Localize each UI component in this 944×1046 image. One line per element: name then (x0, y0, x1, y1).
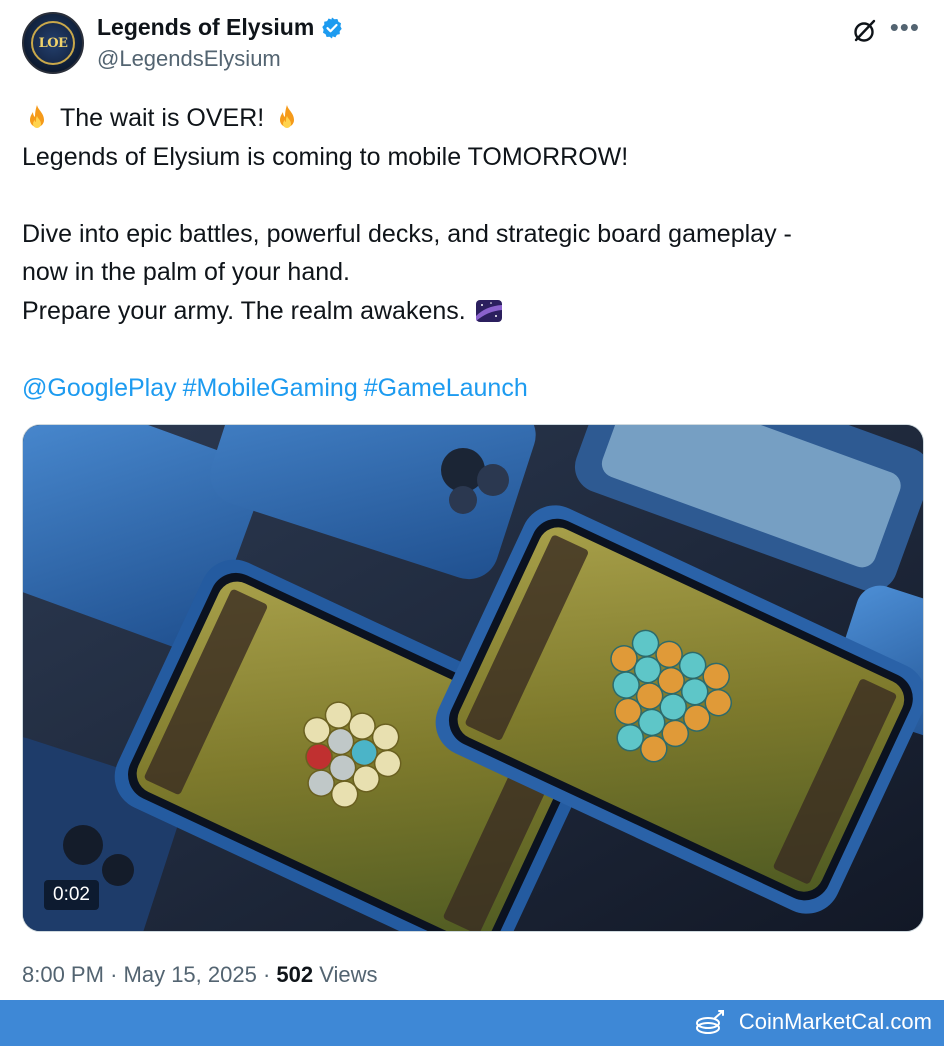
views-count: 502 (276, 962, 314, 987)
author-display-name[interactable]: Legends of Elysium (97, 14, 314, 41)
tweet-header: LOE Legends of Elysium @LegendsElysium •… (22, 12, 922, 76)
avatar[interactable]: LOE (22, 12, 84, 74)
fire-emoji (30, 105, 44, 129)
tweet-tags-line: @GooglePlay #MobileGaming #GameLaunch (22, 369, 922, 408)
meta-separator: · (110, 962, 118, 987)
tweet-line: The wait is OVER! (22, 99, 922, 138)
coinmarketcal-logo-icon (695, 1010, 724, 1034)
author-handle[interactable]: @LegendsElysium (97, 46, 281, 72)
tweet-line-5: Prepare your army. The realm awakens. (22, 296, 466, 325)
milky-way-emoji (475, 300, 502, 323)
mention-googleplay[interactable]: @GooglePlay (22, 369, 177, 408)
tweet-line-3: Dive into epic battles, powerful decks, … (22, 219, 792, 248)
tweet-line-1: The wait is OVER! (60, 104, 265, 132)
video-player[interactable] (22, 424, 924, 932)
views-label: Views (319, 962, 378, 987)
video-duration: 0:02 (44, 880, 99, 910)
tweet-text: The wait is OVER! Legends of Elysium is … (22, 99, 922, 408)
tweet-line: Prepare your army. The realm awakens. (22, 292, 922, 331)
coinmarketcal-brand[interactable]: CoinMarketCal.com (695, 1008, 932, 1036)
tweet-meta: 8:00 PM · May 15, 2025 · 502 Views (22, 962, 378, 988)
tweet-line-2: Legends of Elysium is coming to mobile T… (22, 142, 629, 171)
author-name-row: Legends of Elysium (97, 14, 344, 41)
more-options-icon[interactable]: ••• (890, 14, 920, 40)
fire-emoji (280, 105, 295, 129)
verified-badge-icon (322, 17, 342, 38)
tweet-time[interactable]: 8:00 PM (22, 962, 104, 987)
hashtag-mobilegaming[interactable]: #MobileGaming (183, 369, 358, 408)
avatar-logo: LOE (31, 21, 75, 65)
tweet-date[interactable]: May 15, 2025 (124, 962, 257, 987)
hashtag-gamelaunch[interactable]: #GameLaunch (364, 369, 528, 408)
meta-separator: · (262, 962, 271, 987)
video-frame (23, 425, 923, 931)
tweet-line-4: now in the palm of your hand. (22, 258, 350, 287)
coinmarketcal-brand-text: CoinMarketCal.com (738, 1009, 932, 1034)
watermark-bar: CoinMarketCal.com (0, 1000, 944, 1046)
grok-icon[interactable] (852, 18, 878, 44)
